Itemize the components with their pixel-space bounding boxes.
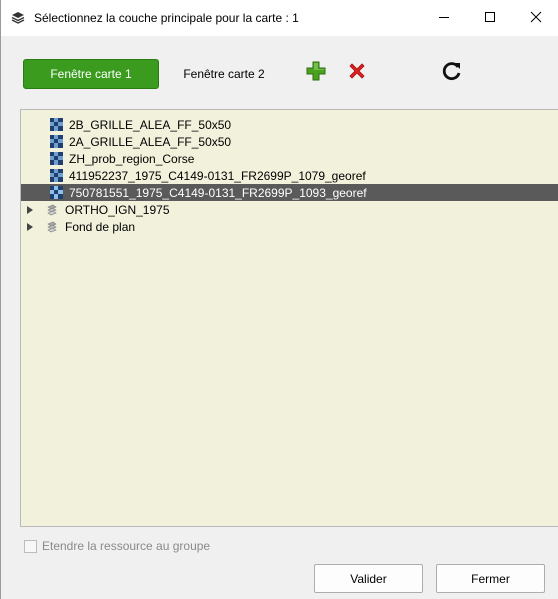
raster-layer-icon xyxy=(49,186,63,200)
close-icon xyxy=(530,11,542,26)
tree-item-group[interactable]: Fond de plan xyxy=(21,218,558,235)
group-icon xyxy=(45,220,59,234)
tree-item-label: Fond de plan xyxy=(65,219,136,234)
tree-item-label: 2B_GRILLE_ALEA_FF_50x50 xyxy=(69,117,232,132)
tree-item-layer[interactable]: 2B_GRILLE_ALEA_FF_50x50 xyxy=(21,116,558,133)
raster-layer-icon xyxy=(49,135,63,149)
dialog-footer: Etendre la ressource au groupe Valider F… xyxy=(1,527,558,599)
tab-map-window-1[interactable]: Fenêtre carte 1 xyxy=(23,59,159,89)
group-icon xyxy=(45,203,59,217)
tab-map-window-2[interactable]: Fenêtre carte 2 xyxy=(169,59,279,89)
maximize-icon xyxy=(484,11,496,26)
expand-arrow-icon[interactable] xyxy=(25,205,35,214)
tree-item-label: ORTHO_IGN_1975 xyxy=(65,202,170,217)
close-window-button[interactable] xyxy=(513,0,558,36)
raster-layer-icon xyxy=(49,118,63,132)
raster-layer-icon xyxy=(49,152,63,166)
tree-item-layer[interactable]: ZH_prob_region_Corse xyxy=(21,150,558,167)
tree-item-layer[interactable]: 2A_GRILLE_ALEA_FF_50x50 xyxy=(21,133,558,150)
dialog-window: Sélectionnez la couche principale pour l… xyxy=(0,0,558,599)
tree-item-label: 411952237_1975_C4149-0131_FR2699P_1079_g… xyxy=(69,168,366,183)
green-plus-icon xyxy=(305,60,327,85)
window-title: Sélectionnez la couche principale pour l… xyxy=(34,11,299,25)
maximize-button[interactable] xyxy=(467,0,513,36)
layer-tree[interactable]: 2B_GRILLE_ALEA_FF_50x50 2A_GRILLE_ALEA_F… xyxy=(20,109,558,527)
refresh-icon xyxy=(441,60,463,85)
remove-layer-button[interactable] xyxy=(344,59,370,85)
tree-item-label: 2A_GRILLE_ALEA_FF_50x50 xyxy=(69,134,232,149)
tree-item-label: 750781551_1975_C4149-0131_FR2699P_1093_g… xyxy=(69,185,367,200)
tree-item-group[interactable]: ORTHO_IGN_1975 xyxy=(21,201,558,218)
toolbar: Fenêtre carte 1 Fenêtre carte 2 xyxy=(1,36,558,108)
minimize-button[interactable] xyxy=(421,0,467,36)
tree-item-layer[interactable]: 411952237_1975_C4149-0131_FR2699P_1079_g… xyxy=(21,167,558,184)
extend-to-group-label: Etendre la ressource au groupe xyxy=(42,539,211,553)
extend-to-group-checkbox[interactable] xyxy=(24,539,37,553)
validate-button[interactable]: Valider xyxy=(314,564,423,593)
extend-to-group-option: Etendre la ressource au groupe xyxy=(24,539,210,553)
tree-item-layer-selected[interactable]: 750781551_1975_C4149-0131_FR2699P_1093_g… xyxy=(21,184,558,201)
red-x-icon xyxy=(346,60,368,85)
add-layer-button[interactable] xyxy=(303,59,329,85)
close-button[interactable]: Fermer xyxy=(436,564,545,593)
minimize-icon xyxy=(438,11,450,26)
tree-item-label: ZH_prob_region_Corse xyxy=(69,151,195,166)
raster-layer-icon xyxy=(49,169,63,183)
title-bar: Sélectionnez la couche principale pour l… xyxy=(1,0,558,36)
refresh-button[interactable] xyxy=(438,58,466,86)
expand-arrow-icon[interactable] xyxy=(25,222,35,231)
layers-icon xyxy=(11,10,27,26)
